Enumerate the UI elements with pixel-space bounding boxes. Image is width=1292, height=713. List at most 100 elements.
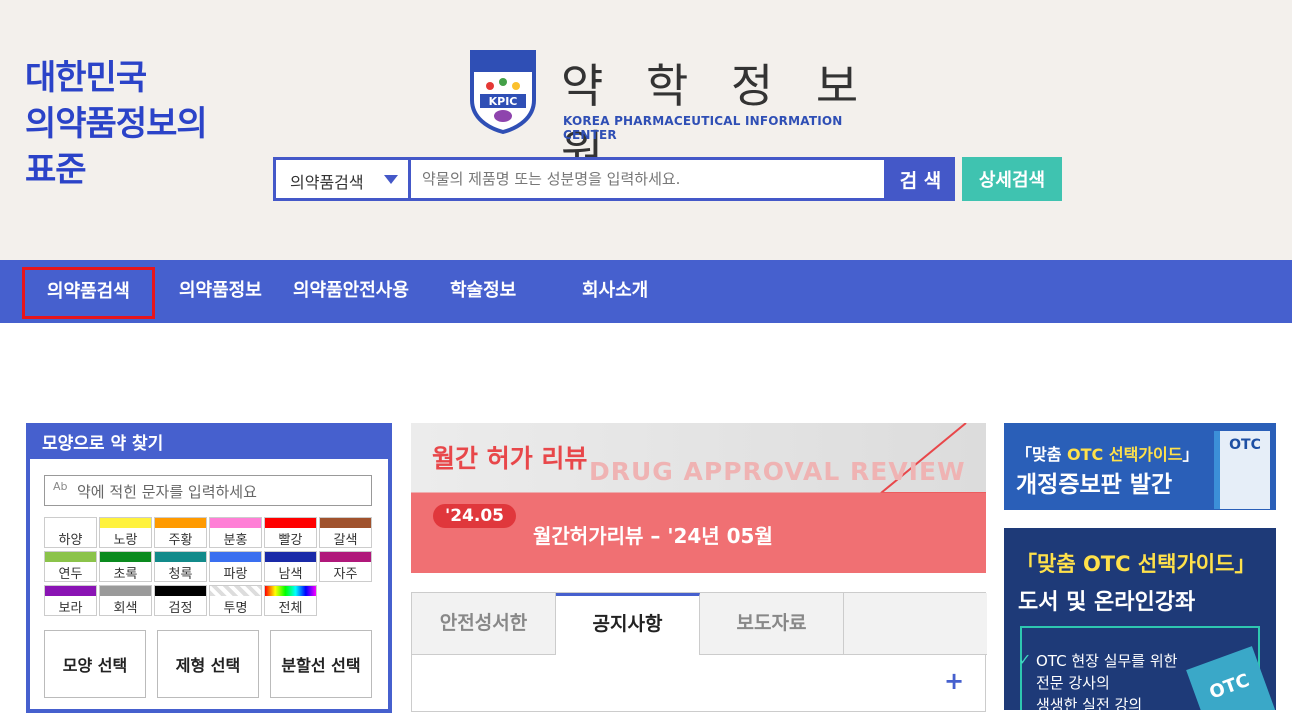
imprint-placeholder: 약에 적힌 문자를 입력하세요 [77, 483, 257, 501]
color-swatch-label: 갈색 [333, 533, 358, 548]
color-swatch-bar [100, 552, 151, 562]
color-swatch-label: 주황 [168, 533, 193, 548]
main-nav: 의약품검색 의약품정보 의약품안전사용 학술정보 회사소개 [0, 260, 1292, 323]
nav-item-drug-info[interactable]: 의약품정보 [179, 260, 262, 323]
color-swatch-label: 초록 [113, 567, 138, 582]
color-swatch-bar [210, 518, 261, 528]
form-select-button[interactable]: 제형 선택 [157, 630, 259, 698]
banner-date-badge: '24.05 [433, 504, 516, 528]
logo-subtitle: KOREA PHARMACEUTICAL INFORMATION CENTER [563, 114, 843, 142]
color-swatch-bar [100, 518, 151, 528]
color-swatch-bar [155, 586, 206, 596]
color-swatch-label: 하양 [58, 533, 83, 548]
search-category-select[interactable]: 의약품검색 [276, 160, 411, 198]
banner-title-en: DRUG APPROVAL REVIEW [589, 457, 966, 486]
kpic-shield-icon: KPIC [470, 50, 536, 134]
search-button[interactable]: 검 색 [886, 157, 955, 201]
color-swatch[interactable]: 검정 [154, 585, 207, 616]
banner-title: 월간 허가 리뷰 [432, 444, 588, 473]
color-swatch[interactable]: 자주 [319, 551, 372, 582]
ad1-line2: 개정증보판 발간 [1016, 472, 1173, 498]
shape-search-title: 모양으로 약 찾기 [26, 423, 392, 459]
color-swatch-bar [210, 586, 261, 596]
color-swatch[interactable]: 파랑 [209, 551, 262, 582]
color-swatch[interactable]: 회색 [99, 585, 152, 616]
nav-item-drug-search[interactable]: 의약품검색 [22, 267, 155, 319]
color-swatch-label: 분홍 [223, 533, 248, 548]
search-input[interactable] [414, 160, 884, 198]
color-swatch-label: 남색 [278, 567, 303, 582]
chevron-down-icon [384, 175, 398, 184]
color-swatch[interactable]: 분홍 [209, 517, 262, 548]
color-swatch-label: 청록 [168, 567, 193, 582]
more-plus-icon[interactable]: + [944, 667, 964, 695]
color-swatch-bar [210, 552, 261, 562]
color-swatch-bar [155, 552, 206, 562]
banner-text: 월간허가리뷰 – '24년 05월 [533, 524, 773, 548]
color-swatch-label: 회색 [113, 601, 138, 616]
color-swatch-bar [155, 518, 206, 528]
monthly-review-banner[interactable]: 월간 허가 리뷰 DRUG APPROVAL REVIEW '24.05 월간허… [411, 423, 986, 573]
color-swatch-bar [45, 552, 96, 562]
color-swatch-label: 투명 [223, 601, 248, 616]
color-swatch-bar [45, 586, 96, 596]
color-swatch-bar [265, 552, 316, 562]
search-category-value: 의약품검색 [290, 173, 364, 192]
site-header: 대한민국 의약품정보의 표준 KPIC 약 학 정 보 원 KOREA PHAR… [0, 0, 1292, 260]
color-swatch-label: 검정 [168, 601, 193, 616]
color-swatch-label: 연두 [58, 567, 83, 582]
ad2-line: OTC 현장 실무를 위한 [1036, 652, 1178, 670]
color-swatch-bar [45, 518, 96, 528]
logo-badge-text: KPIC [489, 95, 518, 108]
nav-item-company[interactable]: 회사소개 [582, 260, 648, 323]
ad2-line1: 「맞춤 OTC 선택가이드」 [1016, 552, 1256, 576]
check-icon: ✓ [1018, 650, 1032, 669]
slogan: 대한민국 의약품정보의 표준 [25, 55, 208, 193]
nav-item-academic[interactable]: 학술정보 [450, 260, 516, 323]
color-swatch[interactable]: 보라 [44, 585, 97, 616]
shape-select-button[interactable]: 모양 선택 [44, 630, 146, 698]
ad1-line1: 「맞춤 OTC 선택가이드」 [1016, 445, 1199, 464]
color-swatch-bar [100, 586, 151, 596]
color-swatch[interactable]: 노랑 [99, 517, 152, 548]
ad2-line2: 도서 및 온라인강좌 [1018, 590, 1196, 615]
score-line-select-button[interactable]: 분할선 선택 [270, 630, 372, 698]
color-swatch-label: 자주 [333, 567, 358, 582]
color-swatch-label: 전체 [278, 601, 303, 616]
nav-item-drug-safety[interactable]: 의약품안전사용 [293, 260, 409, 323]
color-swatch[interactable]: 하양 [44, 517, 97, 548]
color-swatch[interactable]: 남색 [264, 551, 317, 582]
color-swatch[interactable]: 갈색 [319, 517, 372, 548]
color-swatch[interactable]: 투명 [209, 585, 262, 616]
color-swatch-label: 파랑 [223, 567, 248, 582]
color-swatch-bar [265, 518, 316, 528]
site-logo[interactable]: KPIC 약 학 정 보 원 KOREA PHARMACEUTICAL INFO… [468, 48, 888, 179]
text-abc-icon: Ab [53, 480, 68, 493]
color-swatch[interactable]: 전체 [264, 585, 317, 616]
ad2-line: 생생한 실전 강의 [1036, 696, 1143, 710]
search-bar: 의약품검색 [273, 157, 887, 201]
slogan-line: 대한민국 [25, 58, 147, 98]
color-swatch[interactable]: 빨강 [264, 517, 317, 548]
otc-course-ad[interactable]: 「맞춤 OTC 선택가이드」 도서 및 온라인강좌 ✓ OTC 현장 실무를 위… [1004, 528, 1276, 710]
slogan-line: 표준 [25, 150, 87, 190]
color-swatch[interactable]: 주황 [154, 517, 207, 548]
color-swatch-bar [320, 552, 371, 562]
color-swatch[interactable]: 초록 [99, 551, 152, 582]
otc-guide-ad[interactable]: 「맞춤 OTC 선택가이드」 개정증보판 발간 OTC [1004, 423, 1276, 510]
color-swatch-label: 노랑 [113, 533, 138, 548]
ad2-line: 전문 강사의 [1036, 674, 1110, 692]
slogan-line: 의약품정보의 [25, 104, 208, 144]
color-swatch-bar [265, 586, 316, 596]
tab-press[interactable]: 보도자료 [700, 593, 844, 655]
tab-safety-letter[interactable]: 안전성서한 [412, 593, 556, 655]
tab-notices[interactable]: 공지사항 [556, 593, 700, 655]
color-swatch-label: 빨강 [278, 533, 303, 548]
color-swatch[interactable]: 연두 [44, 551, 97, 582]
color-swatch-bar [320, 518, 371, 528]
color-swatch-label: 보라 [58, 601, 83, 616]
color-swatch[interactable]: 청록 [154, 551, 207, 582]
detail-search-button[interactable]: 상세검색 [962, 157, 1062, 201]
imprint-text-input[interactable]: Ab 약에 적힌 문자를 입력하세요 [44, 475, 372, 506]
notice-tabs: 안전성서한 공지사항 보도자료 [411, 592, 987, 712]
